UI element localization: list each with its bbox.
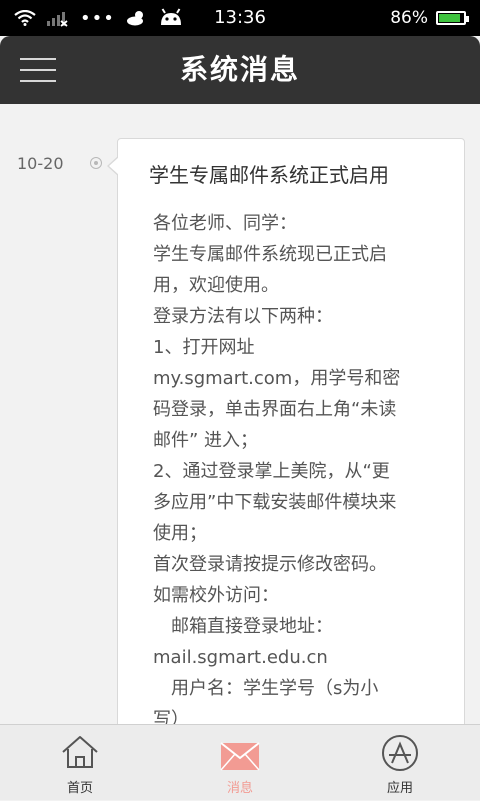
message-line: 登录方法有以下两种： — [153, 306, 333, 327]
message-line: 学生专属邮件系统现已正式启 — [153, 244, 387, 265]
mail-icon — [220, 742, 260, 771]
message-line: 2、通过登录掌上美院，从“更 — [153, 461, 390, 482]
message-date: 10-20 — [17, 154, 64, 173]
message-title: 学生专属邮件系统正式启用 — [149, 163, 389, 187]
nav-label-messages: 消息 — [226, 781, 253, 796]
home-icon — [62, 736, 98, 768]
page-title: 系统消息 — [179, 53, 300, 86]
message-timeline[interactable]: 10-20 学生专属邮件系统正式启用 各位老师、同学： 学生专属邮件系统现已正式… — [0, 104, 480, 724]
message-line: 使用； — [153, 523, 207, 544]
message-line: 1、打开网址 — [153, 337, 255, 358]
timeline-dot-icon — [90, 157, 102, 169]
bottom-nav: 首页 消息 应用 — [0, 724, 480, 800]
app-header: 系统消息 — [0, 36, 480, 104]
app-store-icon — [382, 735, 418, 771]
message-line: 用户名：学生学号（s为小 — [153, 678, 379, 699]
message-line: 各位老师、同学： — [153, 213, 297, 234]
message-line: 邮件” 进入； — [153, 430, 259, 451]
message-line: mail.sgmart.edu.cn — [153, 647, 328, 668]
message-line: 写） — [153, 709, 189, 724]
battery-level-fill — [439, 14, 460, 22]
nav-item-messages[interactable]: 消息 — [160, 725, 320, 801]
message-line: 如需校外访问： — [153, 585, 279, 606]
message-card[interactable]: 学生专属邮件系统正式启用 各位老师、同学： 学生专属邮件系统现已正式启 用，欢迎… — [117, 138, 465, 724]
message-line: my.sgmart.com，用学号和密 — [153, 368, 401, 389]
nav-item-home[interactable]: 首页 — [0, 725, 160, 801]
message-line: 首次登录请按提示修改密码。 — [153, 554, 387, 575]
nav-label-apps: 应用 — [386, 781, 413, 796]
message-line: 多应用”中下载安装邮件模块来 — [153, 492, 397, 513]
battery-percent: 86% — [390, 8, 428, 28]
nav-label-home: 首页 — [66, 781, 93, 796]
message-body: 各位老师、同学： 学生专属邮件系统现已正式启 用，欢迎使用。 登录方法有以下两种… — [153, 208, 453, 724]
card-pointer-fill — [109, 157, 119, 175]
nav-item-apps[interactable]: 应用 — [320, 725, 480, 801]
message-line: 用，欢迎使用。 — [153, 275, 279, 296]
status-bar: ••• 13:36 86% — [0, 0, 480, 36]
message-line: 码登录，单击界面右上角“未读 — [153, 399, 397, 420]
battery-icon — [436, 11, 469, 25]
message-line: 邮箱直接登录地址： — [153, 616, 333, 637]
